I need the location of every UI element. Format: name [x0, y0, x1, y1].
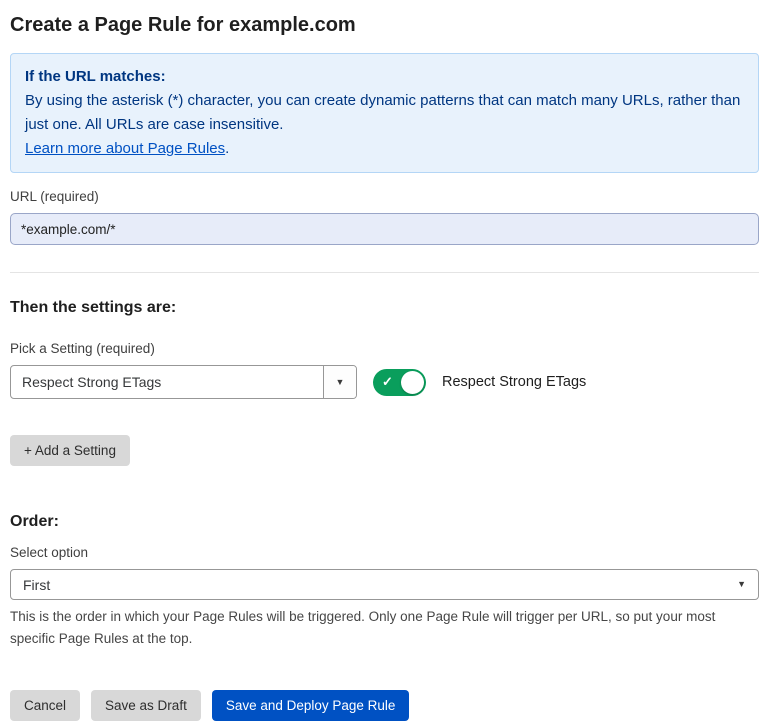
section-divider — [10, 272, 759, 273]
link-suffix: . — [225, 140, 229, 157]
url-field-label: URL (required) — [10, 189, 759, 204]
info-box-heading: If the URL matches: — [25, 65, 744, 89]
url-match-info-box: If the URL matches: By using the asteris… — [10, 53, 759, 173]
order-select-value: First — [23, 577, 50, 593]
add-setting-button[interactable]: + Add a Setting — [10, 435, 130, 466]
save-as-draft-button[interactable]: Save as Draft — [91, 690, 201, 721]
setting-select[interactable]: Respect Strong ETags ▼ — [10, 365, 357, 399]
save-and-deploy-button[interactable]: Save and Deploy Page Rule — [212, 690, 410, 721]
order-select[interactable]: First ▼ — [10, 569, 759, 600]
settings-section-heading: Then the settings are: — [10, 299, 759, 317]
page-title: Create a Page Rule for example.com — [10, 10, 759, 53]
url-input[interactable] — [10, 213, 759, 245]
order-select-label: Select option — [10, 545, 759, 560]
setting-row: Respect Strong ETags ▼ ✓ Respect Strong … — [10, 365, 759, 399]
setting-select-value: Respect Strong ETags — [11, 366, 323, 398]
chevron-down-icon: ▼ — [737, 580, 746, 589]
form-footer: Cancel Save as Draft Save and Deploy Pag… — [10, 690, 759, 721]
page-rule-form: Create a Page Rule for example.com If th… — [0, 0, 769, 721]
setting-select-arrow-button[interactable]: ▼ — [323, 366, 356, 398]
etags-toggle-label: Respect Strong ETags — [442, 374, 586, 390]
toggle-knob — [401, 371, 424, 394]
check-icon: ✓ — [382, 374, 393, 391]
info-box-link-line: Learn more about Page Rules. — [25, 137, 744, 161]
info-box-body: By using the asterisk (*) character, you… — [25, 89, 744, 137]
learn-more-link[interactable]: Learn more about Page Rules — [25, 140, 225, 157]
setting-picker-label: Pick a Setting (required) — [10, 341, 759, 356]
order-help-text: This is the order in which your Page Rul… — [10, 606, 759, 649]
etags-toggle[interactable]: ✓ — [373, 369, 426, 396]
chevron-down-icon: ▼ — [336, 378, 345, 387]
cancel-button[interactable]: Cancel — [10, 690, 80, 721]
order-section-heading: Order: — [10, 513, 759, 531]
